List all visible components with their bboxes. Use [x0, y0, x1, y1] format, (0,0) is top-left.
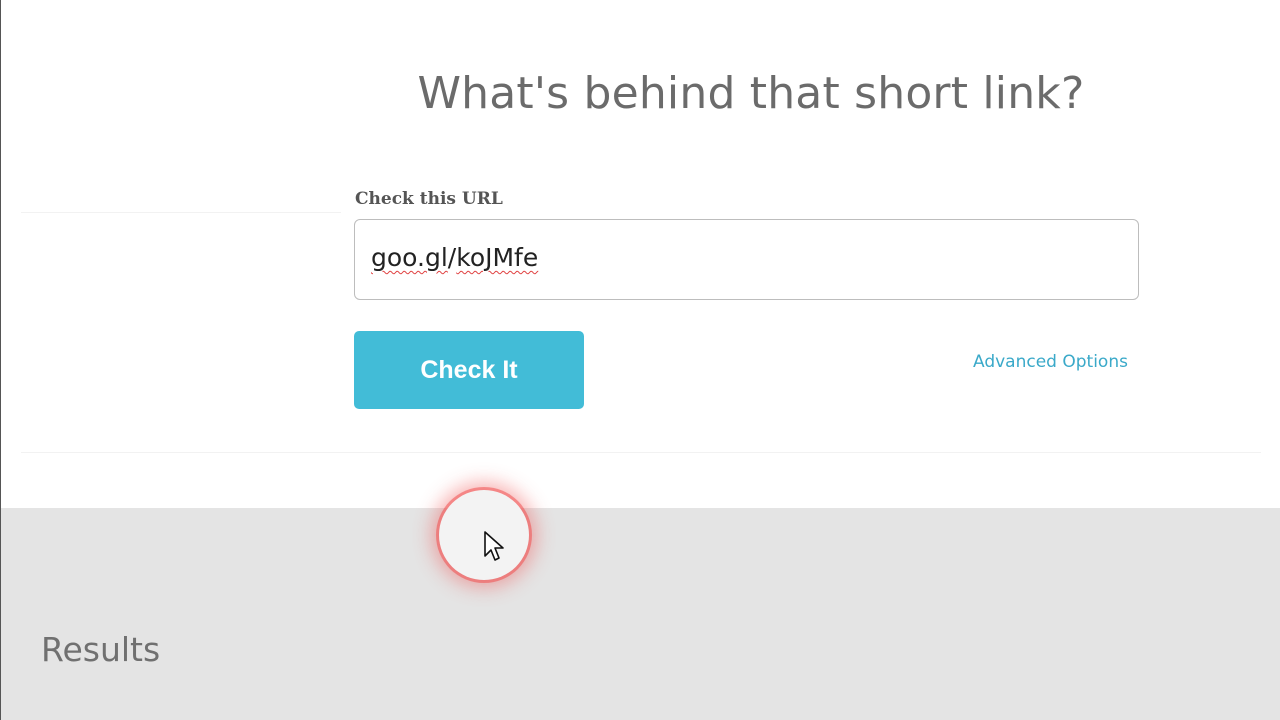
results-heading: Results	[41, 630, 161, 669]
url-input[interactable]	[354, 219, 1139, 300]
url-check-section: What's behind that short link? Check thi…	[1, 0, 1280, 508]
advanced-options-link[interactable]: Advanced Options	[973, 352, 1128, 372]
results-section	[1, 508, 1280, 720]
page: What's behind that short link? Check thi…	[0, 0, 1280, 720]
mouse-pointer-icon	[484, 531, 504, 561]
page-title: What's behind that short link?	[417, 68, 1085, 119]
check-it-button[interactable]: Check It	[354, 331, 584, 409]
divider	[21, 452, 1261, 453]
divider	[21, 212, 341, 213]
url-field-label: Check this URL	[355, 189, 503, 209]
